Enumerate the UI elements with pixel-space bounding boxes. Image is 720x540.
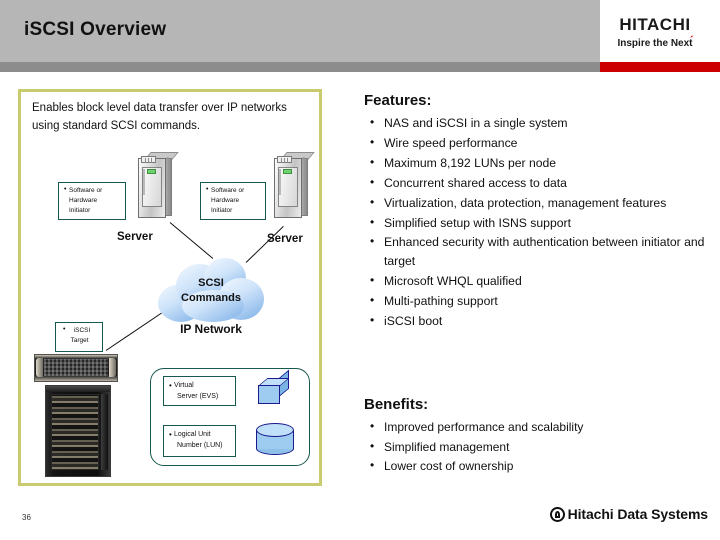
feature-item: Maximum 8,192 LUNs per node (364, 153, 710, 173)
callout-virtual-server: Virtual Server (EVS) (163, 376, 236, 406)
cylinder-icon (256, 423, 294, 455)
rack-bays (51, 394, 99, 470)
server-led-icon (283, 169, 292, 174)
server-slot (143, 169, 145, 195)
hds-footer-logo: Hitachi Data Systems (549, 506, 709, 522)
hitachi-wordmark: HITACHI (619, 15, 691, 34)
server-icon-left (138, 152, 179, 218)
header-underline-red (600, 62, 720, 72)
callout-logical-unit-number: Logical Unit Number (LUN) (163, 425, 236, 457)
callout-line: iSCSI (61, 325, 98, 336)
shelf-ear-left (36, 358, 43, 377)
cube-front (258, 385, 280, 404)
storage-shelf-icon (34, 354, 118, 382)
benefit-item: Simplified management (364, 437, 710, 457)
shelf-drive-grid (44, 359, 108, 376)
server-drive-bay (277, 156, 292, 163)
page-title: iSCSI Overview (24, 19, 167, 40)
feature-item: Concurrent shared access to data (364, 173, 710, 193)
benefit-item: Improved performance and scalability (364, 417, 710, 437)
hitachi-tagline: Inspire the Next ´ (617, 35, 694, 51)
callout-initiator-right: Software or Hardware Initiator (200, 182, 266, 220)
server-side-face (165, 158, 172, 216)
hitachi-tagline-text: Inspire the Next (617, 38, 693, 49)
callout-line: Software or (64, 185, 121, 196)
ip-network-label: IP Network (180, 322, 242, 336)
feature-item: Microsoft WHQL qualified (364, 271, 710, 291)
server-power-dot (166, 157, 169, 160)
feature-item: Virtualization, data protection, managem… (364, 193, 710, 213)
feature-item: iSCSI boot (364, 311, 710, 331)
server-power-dot (302, 157, 305, 160)
cloud-label-line2: Commands (181, 291, 241, 304)
server-right-label: Server (267, 233, 303, 245)
benefits-section: Benefits: Improved performance and scala… (364, 396, 710, 477)
benefits-list: Improved performance and scalabilitySimp… (364, 417, 710, 476)
server-icon-right (274, 152, 315, 218)
feature-item: Simplified setup with ISNS support (364, 213, 710, 233)
benefits-heading: Benefits: (364, 396, 429, 413)
callout-initiator-left: Software or Hardware Initiator (58, 182, 126, 220)
feature-item: NAS and iSCSI in a single system (364, 113, 710, 133)
callout-line: Software or (206, 185, 261, 196)
server-slot (279, 169, 281, 195)
features-list: NAS and iSCSI in a single systemWire spe… (364, 113, 710, 331)
storage-rack-icon (45, 385, 111, 477)
feature-item: Enhanced security with authentication be… (364, 232, 710, 271)
cloud-label-line1: SCSI (198, 277, 224, 289)
hds-mark-icon (549, 506, 565, 522)
hds-company-name: Hitachi Data Systems (567, 506, 709, 522)
server-side-face (301, 158, 308, 216)
features-section: Features: NAS and iSCSI in a single syst… (364, 92, 710, 332)
feature-item: Wire speed performance (364, 133, 710, 153)
benefit-item: Lower cost of ownership (364, 456, 710, 476)
callout-line: Target (70, 336, 89, 344)
callout-line: Hardware (69, 196, 98, 204)
callout-line: Hardware (211, 196, 240, 204)
rack-top (46, 386, 110, 392)
ip-network-cloud-icon: SCSI Commands (152, 258, 270, 324)
shelf-ear-right (109, 358, 116, 377)
callout-line: Logical Unit (169, 429, 231, 440)
callout-iscsi-target: iSCSI Target (55, 322, 103, 352)
page-number: 36 (22, 513, 31, 522)
callout-line: Number (LUN) (177, 441, 223, 449)
callout-line: Initiator (211, 206, 233, 214)
server-led-icon (147, 169, 156, 174)
header-underline-gray (0, 62, 600, 72)
cylinder-top (256, 423, 294, 437)
cube-icon (258, 369, 290, 404)
callout-line: Virtual (169, 380, 231, 391)
server-drive-bay (141, 156, 156, 163)
rack-side-column (101, 394, 108, 470)
features-heading: Features: (364, 92, 432, 109)
hitachi-logo: HITACHI Inspire the Next ´ (598, 16, 712, 51)
red-tick-icon: ´ (689, 35, 694, 47)
slide: iSCSI Overview HITACHI Inspire the Next ´… (0, 0, 720, 540)
server-left-label: Server (117, 231, 153, 243)
cloud-label: SCSI Commands (152, 276, 270, 306)
callout-line: Server (EVS) (177, 392, 219, 400)
intro-text: Enables block level data transfer over I… (32, 102, 287, 132)
feature-item: Multi-pathing support (364, 291, 710, 311)
callout-line: Initiator (69, 206, 91, 214)
